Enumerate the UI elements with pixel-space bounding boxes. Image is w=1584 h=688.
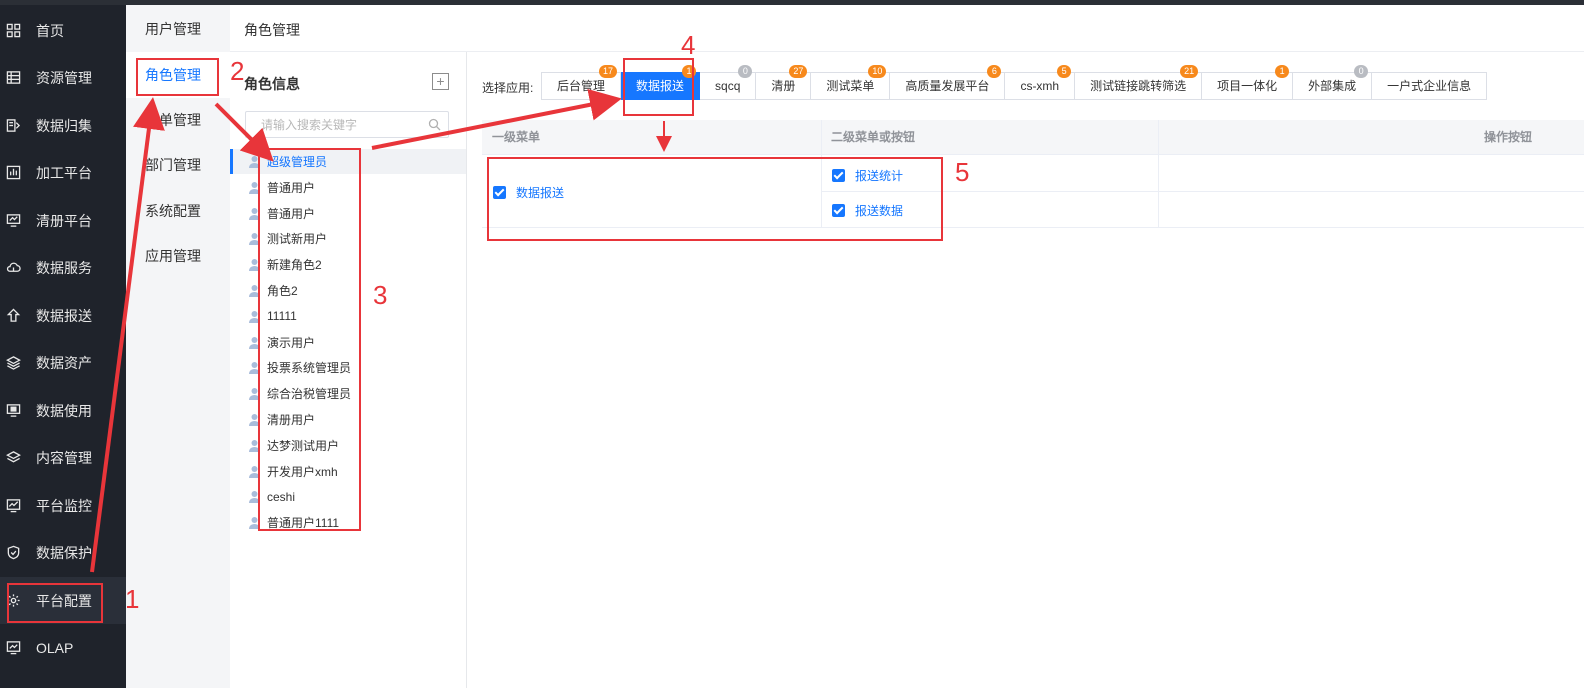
header-action-buttons: 操作按钮: [1484, 130, 1533, 144]
subnav-item-menu-management[interactable]: 菜单管理: [126, 97, 230, 143]
sidebar-item-label: OLAP: [36, 639, 74, 656]
role-panel-title: 角色信息: [244, 76, 300, 92]
monitor-chart-icon: [5, 498, 21, 514]
count-badge: 1: [1275, 65, 1290, 78]
app-tab[interactable]: 一户式企业信息: [1372, 72, 1488, 100]
count-badge: 0: [738, 65, 753, 78]
header-secondary-menu: 二级菜单或按钮: [831, 130, 916, 144]
annotation-number-4: 4: [681, 30, 696, 60]
search-icon[interactable]: [428, 118, 441, 134]
app-tab-label: 一户式企业信息: [1387, 79, 1472, 93]
annotation-box-1: [7, 583, 103, 623]
sidebar-item-label: 清册平台: [36, 212, 92, 229]
sidebar-item-inventory[interactable]: 清册平台: [0, 197, 126, 244]
sidebar-item-olap[interactable]: OLAP: [0, 624, 126, 671]
app-tab-label: 测试链接跳转筛选: [1090, 79, 1187, 93]
annotation-number-3: 3: [373, 280, 388, 310]
sidebar-item-content[interactable]: 内容管理: [0, 434, 126, 481]
app-tab[interactable]: 测试菜单 10: [811, 65, 891, 100]
annotation-box-2: [136, 58, 219, 96]
sidebar-item-label: 加工平台: [36, 164, 92, 181]
collect-icon: [5, 118, 21, 134]
annotation-number-1: 1: [125, 584, 140, 614]
count-badge: 10: [868, 65, 887, 78]
count-badge: 27: [789, 65, 808, 78]
sidebar-item-data-assets[interactable]: 数据资产: [0, 339, 126, 386]
annotation-box-3: [258, 148, 361, 531]
layers-icon: [5, 355, 21, 371]
sidebar-item-collection[interactable]: 数据归集: [0, 102, 126, 149]
add-role-button[interactable]: +: [432, 73, 449, 90]
header-primary-menu: 一级菜单: [492, 130, 541, 144]
sidebar-item-label: 首页: [36, 22, 64, 39]
app-tab-label: 清册: [771, 79, 796, 93]
app-tab-label: 外部集成: [1308, 79, 1357, 93]
app-tab[interactable]: 外部集成 0: [1293, 65, 1373, 100]
sidebar-item-label: 平台监控: [36, 497, 92, 514]
sidebar-item-label: 数据归集: [36, 117, 92, 134]
app-tab-label: 后台管理: [557, 79, 606, 93]
app-tab-label: 项目一体化: [1217, 79, 1278, 93]
sidebar-item-label: 数据服务: [36, 259, 92, 276]
app-tab[interactable]: 项目一体化 1: [1202, 65, 1294, 100]
annotation-box-5: [487, 157, 943, 241]
sub-navigation: 用户管理 角色管理 菜单管理 部门管理 系统配置 应用管理: [126, 5, 230, 688]
count-badge: 5: [1057, 65, 1072, 78]
monitor-icon: [5, 213, 21, 229]
sidebar-item-data-report[interactable]: 数据报送: [0, 292, 126, 339]
app-tab[interactable]: 清册 27: [756, 65, 812, 100]
sidebar-item-label: 数据报送: [36, 307, 92, 324]
app-select-label: 选择应用:: [482, 81, 534, 95]
olap-icon: [5, 640, 21, 656]
count-badge: 0: [1354, 65, 1369, 78]
role-search-input[interactable]: [246, 112, 424, 137]
sidebar-item-label: 数据资产: [36, 354, 92, 371]
annotation-number-5: 5: [955, 157, 970, 187]
screen-check-icon: [5, 403, 21, 419]
chart-bars-icon: [5, 165, 21, 181]
table-icon: [5, 70, 21, 86]
subnav-item-app-management[interactable]: 应用管理: [126, 233, 230, 279]
sidebar-item-protection[interactable]: 数据保护: [0, 529, 126, 576]
subnav-item-department-management[interactable]: 部门管理: [126, 142, 230, 188]
count-badge: 17: [599, 65, 618, 78]
grid-icon: [5, 23, 21, 39]
stack-icon: [5, 450, 21, 466]
cloud-icon: [5, 260, 21, 276]
annotation-box-4: [623, 58, 694, 116]
sidebar-item-label: 数据保护: [36, 544, 92, 561]
sidebar-item-home[interactable]: 首页: [0, 7, 126, 54]
sidebar-item-label: 内容管理: [36, 449, 92, 466]
app-tab-label: 测试菜单: [826, 79, 875, 93]
app-tab[interactable]: cs-xmh 5: [1005, 65, 1076, 100]
app-tab-label: sqcq: [715, 79, 741, 93]
sidebar-item-resources[interactable]: 资源管理: [0, 54, 126, 101]
top-bar: [0, 0, 1584, 5]
sidebar-item-data-usage[interactable]: 数据使用: [0, 387, 126, 434]
annotation-number-2: 2: [230, 56, 245, 86]
app-tab[interactable]: 后台管理 17: [541, 65, 622, 100]
sidebar-item-monitoring[interactable]: 平台监控: [0, 482, 126, 529]
app-tab[interactable]: sqcq 0: [700, 65, 757, 100]
sidebar-item-processing[interactable]: 加工平台: [0, 149, 126, 196]
sidebar-item-label: 资源管理: [36, 69, 92, 86]
sidebar-item-data-service[interactable]: 数据服务: [0, 244, 126, 291]
count-badge: 6: [987, 65, 1002, 78]
column-divider: [1158, 120, 1159, 228]
app-tab-label: cs-xmh: [1020, 79, 1060, 93]
page-title: 角色管理: [244, 22, 300, 38]
role-search-box: [245, 111, 449, 138]
subnav-item-user-management[interactable]: 用户管理: [126, 6, 230, 52]
upload-icon: [5, 308, 21, 324]
count-badge: 21: [1180, 65, 1199, 78]
subnav-item-system-config[interactable]: 系统配置: [126, 188, 230, 234]
app-tab[interactable]: 高质量发展平台 6: [890, 65, 1006, 100]
app-tab[interactable]: 测试链接跳转筛选 21: [1075, 65, 1203, 100]
app-tab-label: 高质量发展平台: [905, 79, 990, 93]
sidebar-item-label: 数据使用: [36, 402, 92, 419]
shield-icon: [5, 545, 21, 561]
table-header: 一级菜单 二级菜单或按钮 操作按钮: [482, 120, 1584, 155]
